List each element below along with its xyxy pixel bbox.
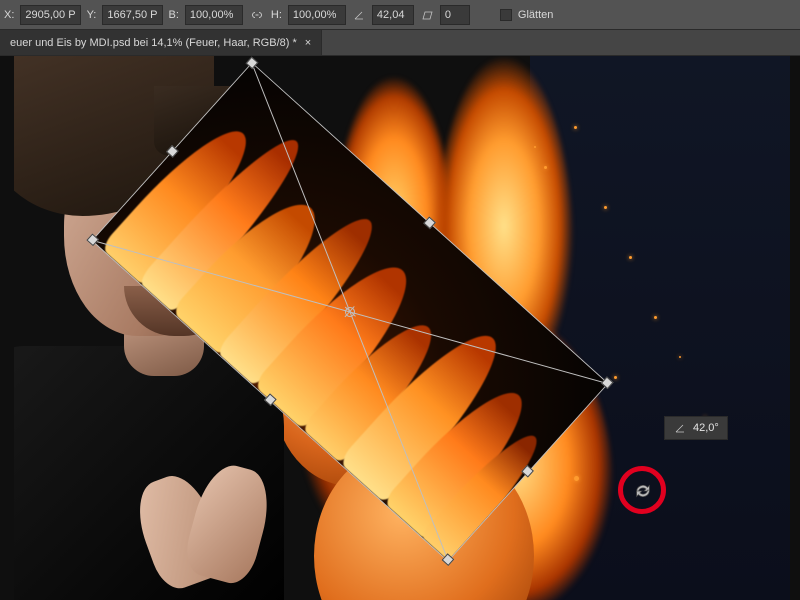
angle-icon	[352, 8, 366, 22]
y-field[interactable]: 1667,50 P	[102, 5, 162, 25]
smooth-checkbox[interactable]	[500, 9, 512, 21]
h-label: H:	[271, 9, 282, 21]
shear-icon	[420, 8, 434, 22]
h-field[interactable]: 100,00%	[288, 5, 346, 25]
tab-title: euer und Eis by MDI.psd bei 14,1% (Feuer…	[10, 37, 297, 49]
tooltip-value: 42,0°	[693, 422, 719, 434]
w-label: B:	[169, 9, 179, 21]
x-label: X:	[4, 9, 14, 21]
link-icon[interactable]	[249, 7, 265, 23]
tab-bar: euer und Eis by MDI.psd bei 14,1% (Feuer…	[0, 30, 800, 56]
y-label: Y:	[87, 9, 97, 21]
w-field[interactable]: 100,00%	[185, 5, 243, 25]
smooth-label: Glätten	[518, 9, 553, 21]
shear-field[interactable]: 0	[440, 5, 470, 25]
angle-tooltip: 42,0°	[664, 416, 728, 440]
document-tab[interactable]: euer und Eis by MDI.psd bei 14,1% (Feuer…	[0, 30, 322, 55]
x-field[interactable]: 2905,00 P	[20, 5, 80, 25]
angle-glyph-icon	[673, 421, 687, 435]
options-bar: X: 2905,00 P Y: 1667,50 P B: 100,00% H: …	[0, 0, 800, 30]
annotation-circle	[618, 466, 666, 514]
canvas[interactable]: 42,0°	[0, 56, 800, 600]
angle-field[interactable]: 42,04	[372, 5, 414, 25]
close-icon[interactable]: ×	[305, 37, 311, 49]
